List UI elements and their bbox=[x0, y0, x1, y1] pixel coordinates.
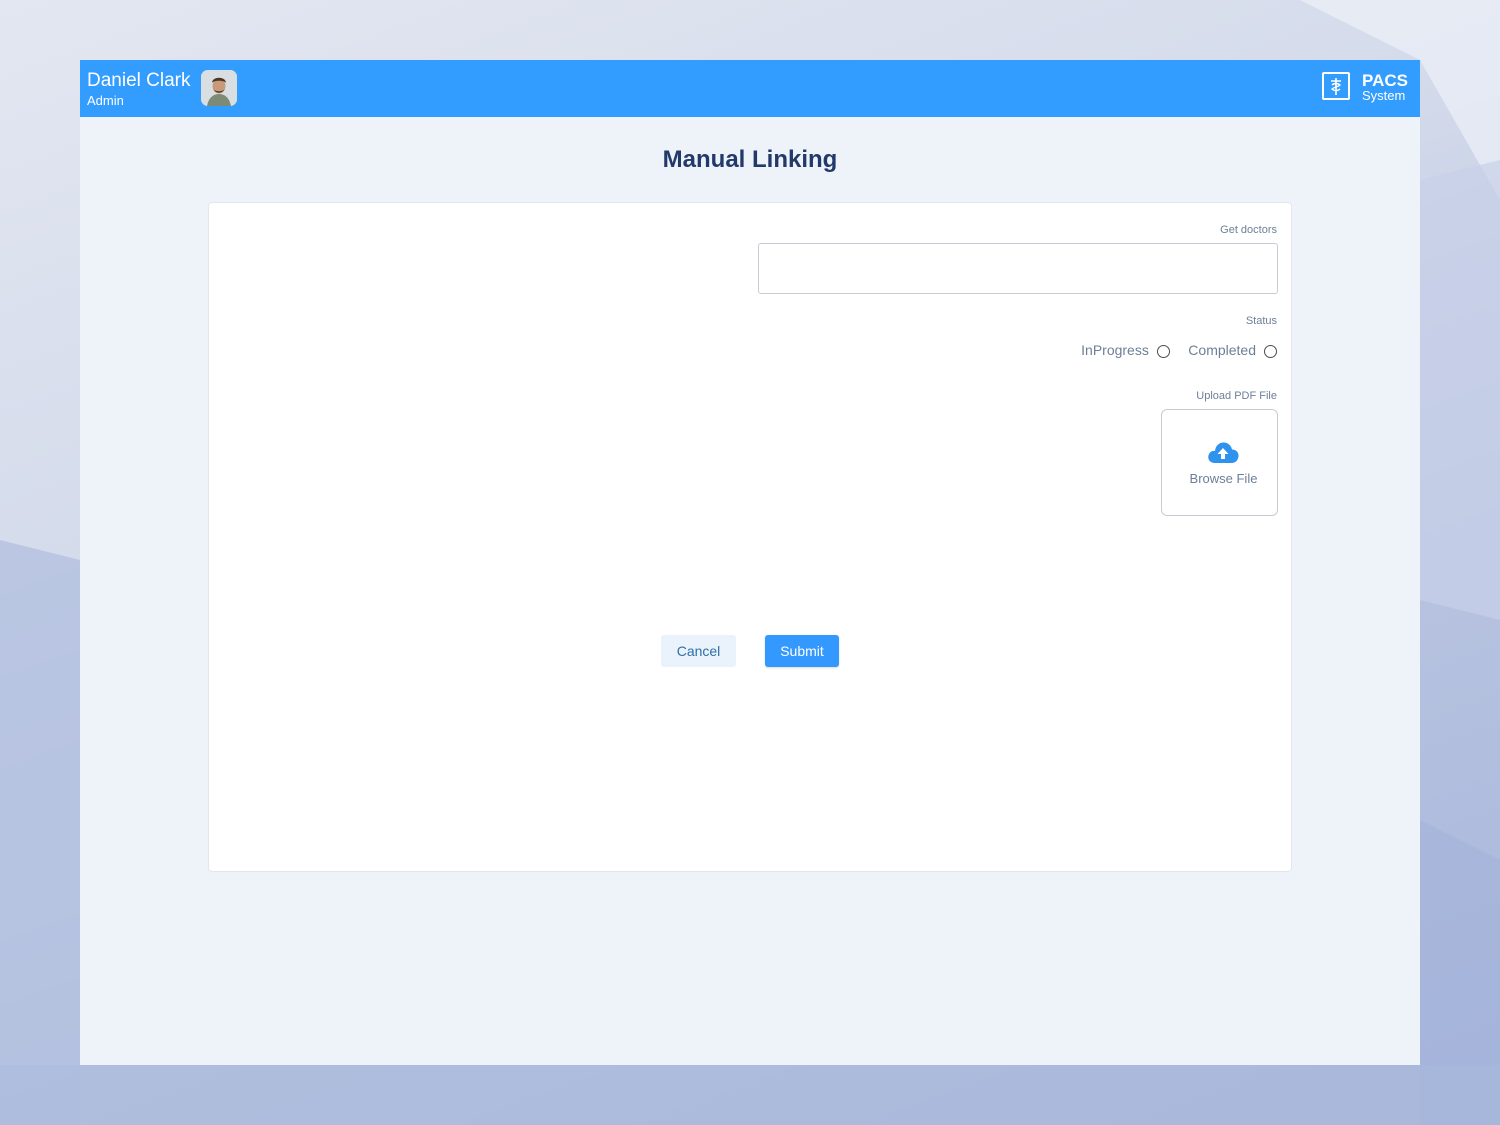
user-role: Admin bbox=[87, 93, 124, 108]
cloud-upload-icon bbox=[1208, 442, 1239, 463]
upload-label: Upload PDF File bbox=[1196, 390, 1277, 402]
app-window: Daniel Clark Admin PACS System Manual Li… bbox=[80, 60, 1420, 1065]
submit-button[interactable]: Submit bbox=[765, 635, 839, 667]
doctors-input[interactable] bbox=[758, 243, 1278, 294]
browse-file-label[interactable]: Browse File bbox=[1162, 471, 1285, 486]
caduceus-icon bbox=[1322, 72, 1350, 100]
upload-dropzone[interactable]: Browse File bbox=[1161, 409, 1278, 516]
status-option-inprogress[interactable]: InProgress bbox=[1081, 342, 1170, 358]
status-option-label: InProgress bbox=[1081, 342, 1149, 358]
top-bar: Daniel Clark Admin PACS System bbox=[80, 60, 1420, 117]
page-title: Manual Linking bbox=[662, 146, 838, 173]
radio-circle-icon[interactable] bbox=[1264, 345, 1277, 358]
brand-subtitle: System bbox=[1362, 88, 1406, 103]
radio-circle-icon[interactable] bbox=[1156, 345, 1170, 358]
doctors-label: Get doctors bbox=[1220, 224, 1277, 236]
brand-logo: PACS System bbox=[1322, 72, 1412, 106]
status-option-completed[interactable]: Completed bbox=[1188, 342, 1277, 358]
cancel-button[interactable]: Cancel bbox=[661, 635, 736, 667]
status-radio-group: InProgress Completed bbox=[1067, 342, 1277, 362]
status-label: Status bbox=[1245, 315, 1277, 327]
form-card: Get doctors Status InProgress Completed … bbox=[208, 202, 1292, 872]
status-option-label: Completed bbox=[1188, 342, 1256, 358]
user-name: Daniel Clark bbox=[87, 70, 191, 91]
avatar-image bbox=[201, 70, 237, 106]
avatar[interactable] bbox=[201, 70, 237, 106]
